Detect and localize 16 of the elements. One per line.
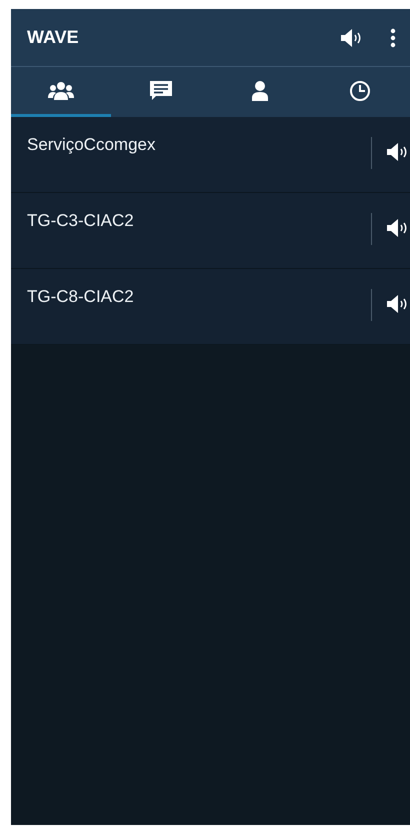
person-icon [251,80,270,102]
people-icon [48,80,74,100]
speaker-icon[interactable] [386,294,408,314]
channel-name: TG-C8-CIAC2 [27,287,135,307]
channel-name: ServiçoCcomgex [27,135,156,155]
app-title: WAVE [27,27,80,48]
menu-icon[interactable] [390,28,396,48]
channel-row[interactable]: TG-C8-CIAC2 [11,269,410,345]
speaker-icon[interactable] [340,28,362,48]
speaker-icon[interactable] [386,218,408,238]
clock-icon [349,80,372,102]
channel-row[interactable]: ServiçoCcomgex [11,117,410,193]
speaker-icon[interactable] [386,142,408,162]
channel-row[interactable]: TG-C3-CIAC2 [11,193,410,269]
channel-name: TG-C3-CIAC2 [27,211,135,231]
message-icon [148,80,173,102]
